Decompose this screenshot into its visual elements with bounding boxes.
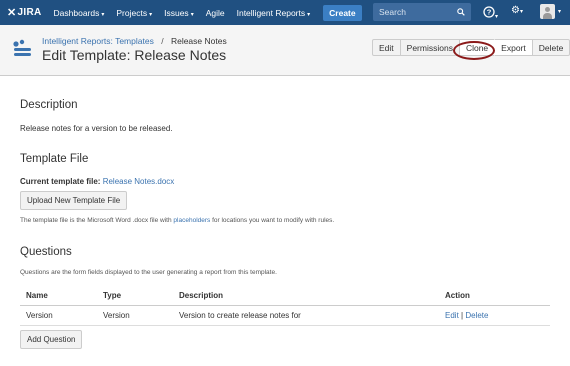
add-question-button[interactable]: Add Question — [20, 330, 83, 349]
placeholders-link[interactable]: placeholders — [173, 217, 210, 224]
questions-table: Name Type Description Action Version Ver… — [20, 286, 550, 326]
question-type: Version — [97, 305, 173, 326]
questions-note: Questions are the form fields displayed … — [20, 269, 277, 276]
column-name: Name — [20, 286, 97, 306]
project-icon — [13, 39, 31, 56]
avatar-body — [543, 13, 552, 19]
table-row: Version Version Version to create releas… — [20, 305, 550, 326]
edit-button[interactable]: Edit — [372, 39, 401, 56]
top-nav: ✕ JIRA Dashboards ▾ Projects ▾ Issues ▾ Agi… — [0, 0, 570, 25]
chevron-down-icon: ▾ — [101, 11, 105, 18]
question-actions: Edit | Delete — [439, 305, 550, 326]
current-template-label: Current template file: — [20, 177, 101, 186]
chevron-down-icon: ▾ — [307, 11, 311, 18]
delete-question-link[interactable]: Delete — [465, 311, 488, 320]
table-header-row: Name Type Description Action — [20, 286, 550, 306]
chevron-down-icon: ▾ — [149, 11, 153, 18]
nav-intelligent-reports[interactable]: Intelligent Reports ▾ — [237, 8, 311, 18]
breadcrumb-current: Release Notes — [170, 36, 227, 46]
export-button[interactable]: Export — [494, 39, 533, 56]
column-action: Action — [439, 286, 550, 306]
nav-projects[interactable]: Projects ▾ — [116, 8, 152, 18]
template-file-link[interactable]: Release Notes.docx — [103, 177, 175, 186]
breadcrumb-separator: / — [161, 36, 164, 46]
template-file-heading: Template File — [20, 153, 89, 165]
edit-question-link[interactable]: Edit — [445, 311, 459, 320]
jira-logo-icon: ✕ — [7, 7, 17, 19]
delete-button[interactable]: Delete — [531, 39, 570, 56]
description-text: Release notes for a version to be releas… — [20, 124, 173, 133]
breadcrumb-templates-link[interactable]: Intelligent Reports: Templates — [42, 36, 154, 46]
page-header: Intelligent Reports: Templates / Release… — [0, 25, 570, 76]
questions-heading: Questions — [20, 246, 72, 258]
permissions-button[interactable]: Permissions — [399, 39, 460, 56]
template-file-note: The template file is the Microsoft Word … — [20, 217, 335, 224]
question-name: Version — [20, 305, 97, 326]
avatar-head — [545, 7, 550, 12]
chevron-down-icon[interactable]: ▾ — [558, 8, 561, 15]
breadcrumb: Intelligent Reports: Templates / Release… — [42, 36, 227, 46]
nav-agile[interactable]: Agile — [206, 8, 225, 18]
create-button[interactable]: Create — [323, 4, 362, 21]
nav-issues[interactable]: Issues ▾ — [164, 8, 194, 18]
chevron-down-icon: ▾ — [190, 11, 194, 18]
column-description: Description — [173, 286, 439, 306]
search-input[interactable]: Search — [373, 3, 471, 21]
search-placeholder: Search — [379, 7, 406, 17]
nav-dashboards[interactable]: Dashboards ▾ — [54, 8, 105, 18]
jira-logo[interactable]: ✕ JIRA — [7, 6, 42, 19]
gear-icon[interactable]: ⚙▾ — [511, 5, 523, 16]
search-icon — [457, 8, 465, 16]
current-template-file: Current template file: Release Notes.doc… — [20, 177, 174, 186]
avatar[interactable] — [540, 4, 555, 19]
upload-template-button[interactable]: Upload New Template File — [20, 191, 128, 210]
header-actions: Edit Permissions Clone Export Delete — [372, 39, 570, 56]
help-icon[interactable]: ? ▾ — [483, 6, 498, 20]
clone-button[interactable]: Clone — [458, 39, 496, 56]
description-heading: Description — [20, 99, 78, 111]
page-title: Edit Template: Release Notes — [42, 47, 227, 63]
svg-text:?: ? — [487, 8, 492, 17]
action-separator: | — [461, 311, 464, 320]
column-type: Type — [97, 286, 173, 306]
question-description: Version to create release notes for — [173, 305, 439, 326]
